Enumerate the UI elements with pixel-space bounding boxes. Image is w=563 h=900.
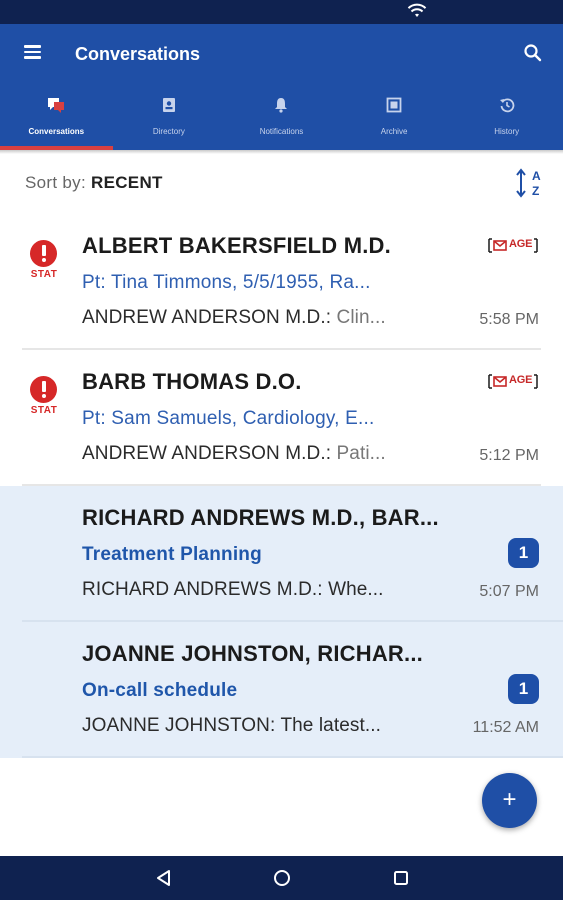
back-triangle-icon[interactable] xyxy=(152,866,176,890)
preview-sender: RICHARD ANDREWS M.D.: xyxy=(82,579,323,600)
list-item[interactable]: JOANNE JOHNSTON, RICHAR... On-call sched… xyxy=(0,622,563,758)
image-attachment-badge: AGE xyxy=(487,236,539,255)
sort-az-icon[interactable]: A Z xyxy=(514,168,546,198)
home-circle-icon[interactable] xyxy=(270,866,294,890)
image-attachment-badge: AGE xyxy=(487,372,539,391)
unread-count-badge: 1 xyxy=(508,538,539,568)
image-badge-text: AGE xyxy=(509,238,533,250)
wifi-icon xyxy=(407,3,427,17)
tab-notifications[interactable]: Notifications xyxy=(225,92,338,150)
conversation-preview: RICHARD ANDREWS M.D.: Whe... xyxy=(82,579,442,601)
stat-label: STAT xyxy=(30,269,58,280)
svg-text:Z: Z xyxy=(532,184,539,198)
app-bar-shadow xyxy=(0,150,563,154)
conversation-time: 5:07 PM xyxy=(479,583,539,600)
sort-row: Sort by: RECENT A Z xyxy=(0,160,563,204)
new-conversation-button[interactable]: + xyxy=(482,773,537,828)
tab-label: Notifications xyxy=(259,127,304,136)
preview-sender: JOANNE JOHNSTON: xyxy=(82,715,276,736)
unread-count-badge: 1 xyxy=(508,674,539,704)
sort-label[interactable]: Sort by: RECENT xyxy=(25,173,163,193)
tab-directory[interactable]: Directory xyxy=(113,92,226,150)
alert-icon xyxy=(30,376,57,403)
stat-badge: STAT xyxy=(26,240,62,284)
conversation-name: JOANNE JOHNSTON, RICHAR... xyxy=(82,641,423,666)
chat-icon xyxy=(48,98,65,113)
search-icon[interactable] xyxy=(522,42,544,64)
image-badge-text: AGE xyxy=(509,374,533,386)
conversation-subject: On-call schedule xyxy=(82,680,238,701)
stat-label: STAT xyxy=(30,405,58,416)
conversation-subject: Pt: Tina Timmons, 5/5/1955, Ra... xyxy=(82,272,371,293)
conversation-time: 5:12 PM xyxy=(479,447,539,464)
archive-box-icon xyxy=(386,97,402,113)
tab-bar: Conversations Directory Notifications Ar… xyxy=(0,92,563,150)
alert-icon xyxy=(30,240,57,267)
conversation-name: RICHARD ANDREWS M.D., BAR... xyxy=(82,505,439,530)
preview-text: The latest... xyxy=(280,715,382,736)
add-icon: + xyxy=(502,786,517,813)
list-item[interactable]: STAT BARB THOMAS D.O. Pt: Sam Samuels, C… xyxy=(0,350,563,486)
svg-text:A: A xyxy=(532,169,541,183)
history-icon xyxy=(499,98,515,113)
conversation-time: 5:58 PM xyxy=(479,311,539,328)
list-item[interactable]: STAT ALBERT BAKERSFIELD M.D. Pt: Tina Ti… xyxy=(0,214,563,350)
conversation-name: BARB THOMAS D.O. xyxy=(82,369,302,394)
conversation-preview: JOANNE JOHNSTON: The latest... xyxy=(82,715,442,737)
tab-history[interactable]: History xyxy=(450,92,563,150)
recents-square-icon[interactable] xyxy=(389,866,413,890)
divider xyxy=(22,756,563,758)
tab-label: Conversations xyxy=(28,127,85,136)
preview-text: Clin... xyxy=(336,307,386,328)
tab-label: History xyxy=(494,127,520,136)
tab-archive[interactable]: Archive xyxy=(338,92,451,150)
sort-value: RECENT xyxy=(91,173,163,192)
list-item[interactable]: RICHARD ANDREWS M.D., BAR... Treatment P… xyxy=(0,486,563,622)
stat-badge: STAT xyxy=(26,376,62,420)
tab-label: Archive xyxy=(380,127,408,136)
page-title: Conversations xyxy=(75,44,201,64)
preview-text: Whe... xyxy=(328,579,384,600)
conversation-name: ALBERT BAKERSFIELD M.D. xyxy=(82,233,391,258)
system-nav-bar xyxy=(0,856,563,900)
conversation-subject: Treatment Planning xyxy=(82,544,262,565)
preview-sender: ANDREW ANDERSON M.D.: xyxy=(82,307,332,328)
app-bar: Conversations Conversations Directory No… xyxy=(0,24,563,150)
bell-icon xyxy=(275,98,288,113)
tab-label: Directory xyxy=(152,127,185,136)
conversation-time: 11:52 AM xyxy=(472,719,539,736)
tab-conversations[interactable]: Conversations xyxy=(0,92,113,150)
status-bar xyxy=(0,0,563,24)
preview-sender: ANDREW ANDERSON M.D.: xyxy=(82,443,332,464)
hamburger-menu-icon[interactable] xyxy=(24,42,54,66)
conversation-subject: Pt: Sam Samuels, Cardiology, E... xyxy=(82,408,375,429)
conversation-preview: ANDREW ANDERSON M.D.: Clin... xyxy=(82,307,442,329)
contact-card-icon xyxy=(162,98,175,112)
sort-by-text: Sort by: xyxy=(25,173,86,192)
preview-text: Pati... xyxy=(336,443,386,464)
conversation-preview: ANDREW ANDERSON M.D.: Pati... xyxy=(82,443,442,465)
